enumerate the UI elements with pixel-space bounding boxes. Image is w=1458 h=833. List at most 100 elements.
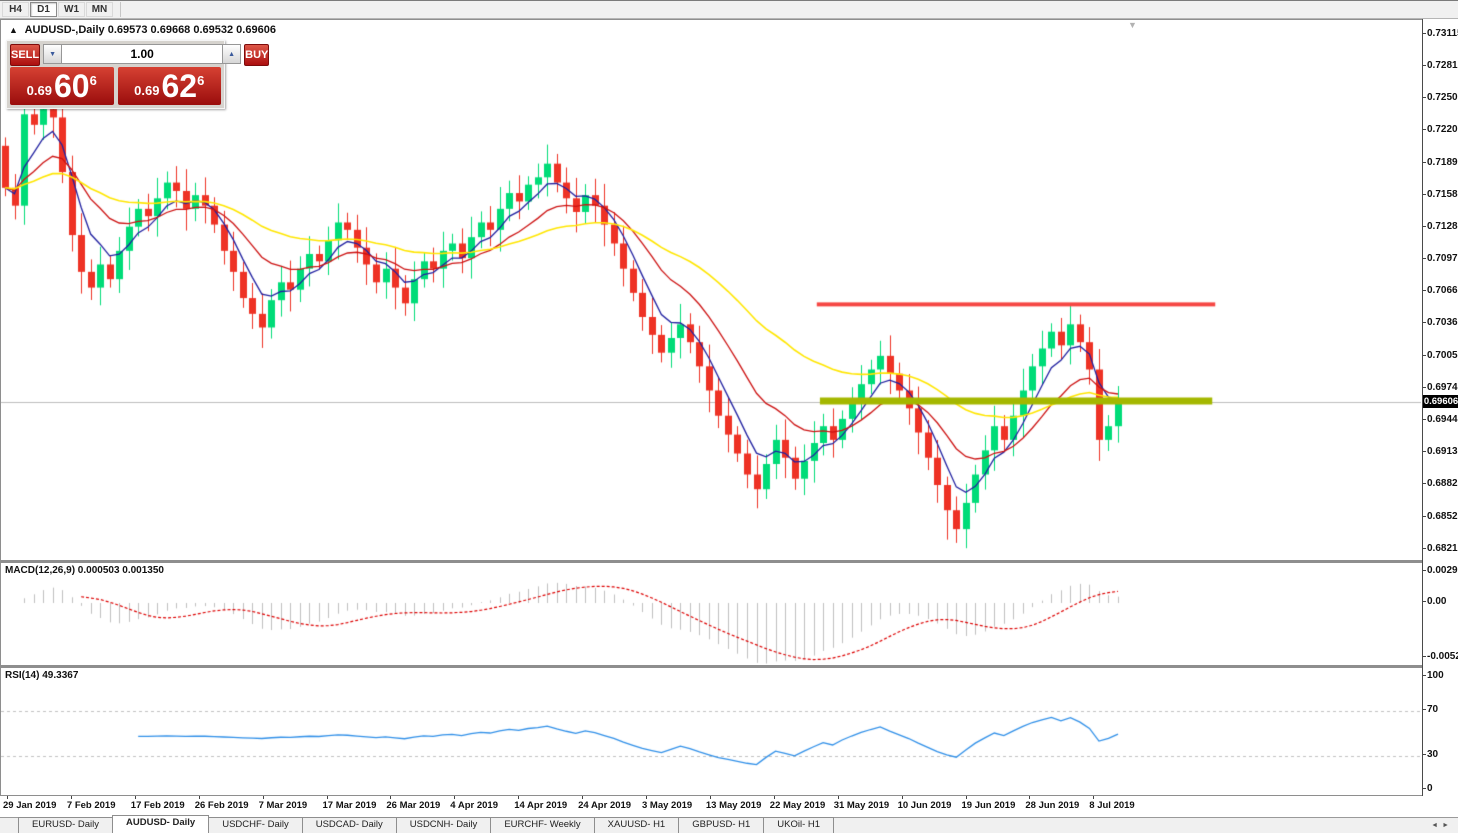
chart-tab-eurusd[interactable]: EURUSD- Daily [18, 817, 114, 833]
volume-stepper: ▼ ▲ [43, 44, 242, 64]
sell-price-tile[interactable]: 0.69 60 6 [10, 67, 114, 105]
date-label: 7 Feb 2019 [66, 800, 116, 811]
date-label: 26 Mar 2019 [386, 800, 441, 811]
chart-tabs: EURUSD- Daily AUDUSD- Daily USDCHF- Daily U… [18, 815, 835, 833]
price-tick: 0.71890 [1427, 156, 1458, 168]
date-tickmark [518, 796, 520, 799]
volume-input[interactable] [62, 44, 223, 64]
date-label: 28 Jun 2019 [1025, 800, 1080, 811]
price-tick: 0.68825 [1427, 478, 1458, 490]
chart-tab-xauusd[interactable]: XAUUSD- H1 [593, 817, 680, 833]
timeframe-button-w1[interactable]: W1 [58, 2, 85, 17]
rsi-tick-mark [1423, 708, 1426, 710]
date-tickmark [70, 796, 72, 799]
price-tick-mark [1423, 32, 1426, 34]
rsi-indicator-panel: RSI(14) 49.3367 [0, 666, 1422, 796]
date-tickmark [837, 796, 839, 799]
date-label: 24 Apr 2019 [578, 800, 632, 811]
rsi-tick-mark [1423, 788, 1426, 789]
chart-tab-usdchf[interactable]: USDCHF- Daily [208, 817, 303, 833]
price-tick-mark [1423, 515, 1426, 517]
date-label: 10 Jun 2019 [897, 800, 952, 811]
rsi-tick: 30 [1427, 749, 1439, 761]
price-tick: 0.68520 [1427, 510, 1458, 522]
price-tick-mark [1423, 290, 1426, 292]
current-price-tag: 0.69606 [1423, 395, 1458, 409]
timeframe-buttons: H4 D1 W1 MN [2, 2, 114, 17]
chart-title: ▲ AUDUSD-,Daily 0.69573 0.69668 0.69532 … [9, 24, 276, 36]
chart-tab-gbpusd[interactable]: GBPUSD- H1 [678, 817, 765, 833]
chart-tab-audusd[interactable]: AUDUSD- Daily [112, 815, 210, 833]
buy-price-pipette: 6 [197, 72, 205, 88]
tab-scroll-right-icon[interactable]: ► [1442, 822, 1453, 829]
tab-scroll-arrows[interactable]: ◄► [1431, 822, 1453, 829]
timeframe-button-mn[interactable]: MN [86, 2, 113, 17]
date-label: 29 Jan 2019 [3, 800, 57, 811]
date-tickmark [1093, 796, 1095, 799]
date-label: 13 May 2019 [705, 800, 762, 811]
price-tick-mark [1423, 451, 1426, 453]
rsi-canvas[interactable] [1, 668, 1421, 796]
price-tick: 0.70050 [1427, 349, 1458, 361]
macd-tick-mark [1423, 601, 1426, 602]
ohlc-values: 0.69573 0.69668 0.69532 0.69606 [107, 24, 276, 36]
timeframe-button-d1[interactable]: D1 [30, 2, 57, 17]
price-tick-mark [1423, 418, 1426, 420]
chart-tab-usdcnh[interactable]: USDCNH- Daily [395, 817, 492, 833]
volume-increase-button[interactable]: ▲ [222, 44, 242, 64]
chart-tab-usdcad[interactable]: USDCAD- Daily [301, 817, 397, 833]
collapse-arrow-icon[interactable]: ▲ [9, 25, 18, 35]
macd-canvas[interactable] [1, 563, 1421, 666]
price-tick-mark [1423, 225, 1426, 227]
date-tickmark [198, 796, 200, 799]
date-label: 26 Feb 2019 [194, 800, 249, 811]
price-tick-mark [1423, 386, 1426, 388]
date-tickmark [709, 796, 711, 799]
price-axis[interactable]: 0.73115 0.72810 0.72505 0.72200 0.71890 0.715… [1422, 19, 1458, 561]
date-axis[interactable]: 29 Jan 2019 7 Feb 2019 17 Feb 2019 26 Feb 2… [0, 796, 1458, 817]
price-tick-mark [1423, 354, 1426, 356]
chevron-down-icon: ▼ [49, 50, 57, 58]
date-label: 14 Apr 2019 [514, 800, 568, 811]
macd-axis[interactable]: 0.002984 0.00 -0.00525 [1422, 561, 1458, 666]
timeframe-toolbar: H4 D1 W1 MN [0, 0, 1458, 19]
price-tick-mark [1423, 64, 1426, 66]
buy-button[interactable]: BUY [244, 44, 270, 66]
price-tick: 0.72505 [1427, 92, 1458, 104]
sell-price-prefix: 0.69 [26, 82, 52, 98]
macd-tick: 0.002984 [1427, 564, 1458, 576]
price-tick: 0.71280 [1427, 220, 1458, 232]
chart-tab-bar: EURUSD- Daily AUDUSD- Daily USDCHF- Daily U… [0, 815, 1458, 833]
chart-tab-eurchf[interactable]: EURCHF- Weekly [490, 817, 595, 833]
price-tick: 0.69440 [1427, 413, 1458, 425]
trading-terminal-window: H4 D1 W1 MN ▼ ▲ AUDUSD-,Daily 0.69573 0.696… [0, 0, 1458, 833]
date-tickmark [901, 796, 903, 799]
date-label: 19 Jun 2019 [961, 800, 1016, 811]
sell-button[interactable]: SELL [10, 44, 41, 66]
buy-price-tile[interactable]: 0.69 62 6 [117, 67, 221, 105]
price-tick: 0.73115 [1427, 27, 1458, 39]
timeframe-button-h4[interactable]: H4 [2, 2, 29, 17]
volume-decrease-button[interactable]: ▼ [43, 44, 63, 64]
rsi-tick: 0 [1427, 783, 1433, 794]
date-tickmark [390, 796, 392, 799]
price-tick: 0.69130 [1427, 446, 1458, 458]
rsi-axis[interactable]: 100 70 30 0 [1422, 666, 1458, 796]
chart-shift-marker-icon[interactable]: ▼ [1128, 20, 1137, 30]
sell-price-main: 60 [53, 68, 90, 104]
price-tick-mark [1423, 483, 1426, 485]
date-label: 22 May 2019 [769, 800, 826, 811]
macd-label: MACD(12,26,9) 0.000503 0.001350 [5, 565, 164, 576]
symbol-period-label: AUDUSD-,Daily [24, 24, 105, 36]
one-click-trading-panel: SELL ▼ ▲ BUY 0.69 60 6 0.69 62 6 [6, 40, 270, 109]
chart-tab-ukoil[interactable]: UKOil- H1 [763, 817, 835, 833]
rsi-tick: 70 [1427, 703, 1439, 715]
tab-scroll-left-icon[interactable]: ◄ [1431, 822, 1442, 829]
date-tickmark [326, 796, 328, 799]
price-tick-mark [1423, 193, 1426, 195]
price-tick: 0.70665 [1427, 285, 1458, 297]
price-tick-mark [1423, 129, 1426, 131]
main-chart-panel: ▼ ▲ AUDUSD-,Daily 0.69573 0.69668 0.6953… [0, 19, 1422, 561]
date-label: 3 May 2019 [642, 800, 693, 811]
rsi-label: RSI(14) 49.3367 [5, 670, 79, 681]
